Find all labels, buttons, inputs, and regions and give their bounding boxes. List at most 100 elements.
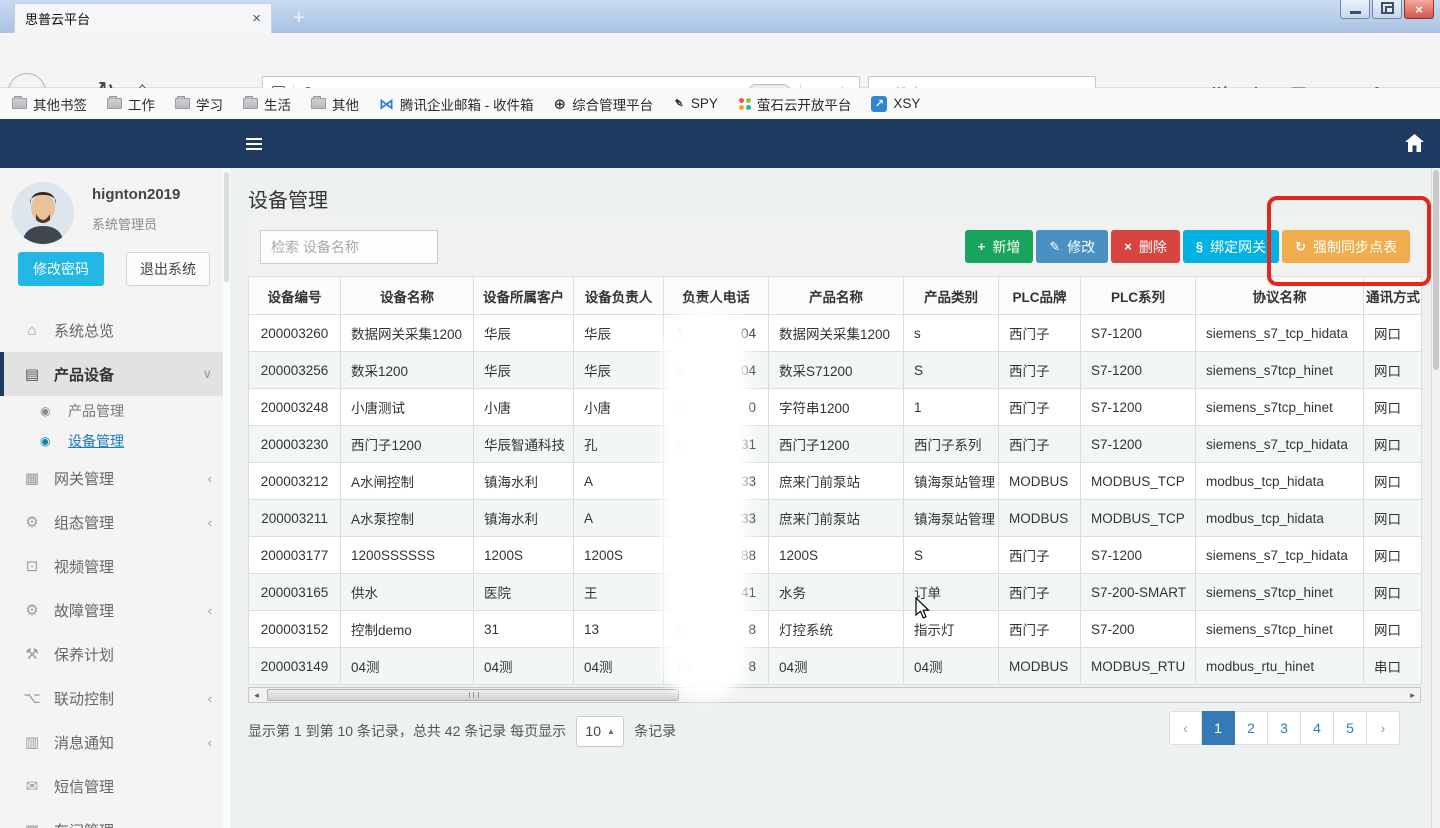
table-cell: 镇海泵站管理 (904, 500, 999, 537)
sidebar-subitem[interactable]: ◉设备管理 (0, 426, 230, 456)
sidebar-item-label: 系统总览 (54, 320, 114, 341)
toolbar-button-绑定网关[interactable]: §绑定网关 (1183, 230, 1279, 263)
toolbar-button-修改[interactable]: ✎修改 (1036, 230, 1108, 263)
table-cell: MODBUS_TCP (1081, 500, 1196, 537)
change-password-button[interactable]: 修改密码 (18, 252, 104, 286)
page-3[interactable]: 3 (1268, 711, 1301, 745)
horizontal-scrollbar[interactable]: ◂ ▸ (248, 687, 1421, 703)
minimize-button[interactable] (1340, 0, 1370, 19)
button-label: 修改 (1067, 237, 1095, 257)
table-row[interactable]: 200003212A水闸控制镇海水利A33庶来门前泵站镇海泵站管理MODBUSM… (249, 463, 1422, 500)
bookmark-item[interactable]: 萤石云开放平台 (738, 94, 852, 114)
table-cell: S7-200 (1081, 611, 1196, 648)
sidebar-item-6[interactable]: ⚒保养计划 (0, 632, 230, 676)
table-cell: 网口 (1364, 426, 1422, 463)
table-row[interactable]: 200003260数据网关采集1200华辰华辰104数据网关采集1200s西门子… (249, 315, 1422, 352)
table-cell: siemens_s7tcp_hinet (1196, 389, 1364, 426)
table-cell: 西门子 (999, 352, 1081, 389)
table-cell: 200003165 (249, 574, 341, 611)
table-cell: 串口 (1364, 648, 1422, 685)
table-cell: 镇海水利 (474, 463, 574, 500)
tab-close-icon[interactable]: × (252, 10, 261, 27)
table-cell: 1200S (574, 537, 664, 574)
per-page-select[interactable]: 10 ▲ (576, 716, 624, 747)
table-cell: 庶来门前泵站 (769, 463, 904, 500)
app-home-icon[interactable] (1405, 134, 1424, 157)
page-next[interactable]: › (1367, 711, 1400, 745)
sidebar-item-9[interactable]: ✉短信管理 (0, 764, 230, 808)
scrollbar-thumb[interactable] (267, 689, 679, 701)
table-row[interactable]: 200003248小唐测试小唐小唐10字符串12001西门子S7-1200sie… (249, 389, 1422, 426)
table-cell: A水闸控制 (341, 463, 474, 500)
page-5[interactable]: 5 (1334, 711, 1367, 745)
sidebar-subitem[interactable]: ◉产品管理 (0, 396, 230, 426)
table-row[interactable]: 200003230西门子1200华辰智通科技孔131西门子1200西门子系列西门… (249, 426, 1422, 463)
browser-tab[interactable]: 思普云平台 × (14, 3, 272, 33)
close-button[interactable]: × (1404, 0, 1434, 19)
page-prev[interactable]: ‹ (1169, 711, 1202, 745)
sidebar-toggle-icon[interactable] (246, 138, 262, 150)
page-2[interactable]: 2 (1235, 711, 1268, 745)
table-row[interactable]: 2000031771200SSSSSS1200S1200S881200SS西门子… (249, 537, 1422, 574)
sidebar-item-5[interactable]: ⚙故障管理‹ (0, 588, 230, 632)
table-cell: S (904, 352, 999, 389)
records-summary-suffix: 条记录 (634, 721, 676, 741)
bookmark-item[interactable]: 生活 (243, 94, 291, 114)
sidebar-item-1[interactable]: ▤产品设备∨ (0, 352, 230, 396)
sidebar-item-label: 故障管理 (54, 600, 114, 621)
sidebar-item-2[interactable]: ▦网关管理‹ (0, 456, 230, 500)
table-cell: S7-1200 (1081, 389, 1196, 426)
page-1[interactable]: 1 (1202, 711, 1235, 745)
toolbar-button-强制同步点表[interactable]: ↻强制同步点表 (1282, 230, 1410, 263)
table-row[interactable]: 200003152控制demo311318灯控系统指示灯西门子S7-200sie… (249, 611, 1422, 648)
spy-icon: ✒ (669, 93, 689, 113)
dot-icon: ◉ (40, 434, 58, 448)
ys7-icon (738, 97, 751, 110)
table-cell: 200003211 (249, 500, 341, 537)
bookmark-item[interactable]: 其他书签 (12, 94, 87, 114)
column-header: 通讯方式 (1364, 277, 1422, 315)
table-cell: 1200S (474, 537, 574, 574)
table-row[interactable]: 20000314904测04测04测15804测04测MODBUSMODBUS_… (249, 648, 1422, 685)
bookmark-item[interactable]: 学习 (175, 94, 223, 114)
bookmark-label: 生活 (264, 94, 291, 114)
table-row[interactable]: 200003165供水医院王41水务订单西门子S7-200-SMARTsieme… (249, 574, 1422, 611)
sidebar-item-0[interactable]: ⌂系统总览 (0, 308, 230, 352)
scroll-left-icon[interactable]: ◂ (249, 690, 264, 701)
sidebar-item-7[interactable]: ⌥联动控制‹ (0, 676, 230, 720)
new-tab-button[interactable]: + (284, 5, 314, 31)
scroll-right-icon[interactable]: ▸ (1405, 690, 1420, 701)
restore-button[interactable] (1372, 0, 1402, 19)
page-4[interactable]: 4 (1301, 711, 1334, 745)
folder-icon (12, 98, 27, 109)
table-cell: 镇海水利 (474, 500, 574, 537)
logout-button[interactable]: 退出系统 (126, 252, 210, 286)
table-cell: 网口 (1364, 352, 1422, 389)
bookmark-item[interactable]: ⋈腾讯企业邮箱 - 收件箱 (379, 94, 534, 114)
bookmark-item[interactable]: ↗XSY (871, 96, 920, 112)
table-row[interactable]: 200003211A水泵控制镇海水利A33庶来门前泵站镇海泵站管理MODBUSM… (249, 500, 1422, 537)
phone-suffix: 8 (748, 659, 756, 674)
sidebar-scrollbar[interactable] (223, 168, 230, 828)
table-cell: 小唐测试 (341, 389, 474, 426)
table-cell: S7-1200 (1081, 315, 1196, 352)
sidebar-item-8[interactable]: ▥消息通知‹ (0, 720, 230, 764)
page-scrollbar[interactable] (1431, 168, 1440, 828)
bookmark-item[interactable]: ✒SPY (673, 95, 718, 112)
bookmark-item[interactable]: ⊕综合管理平台 (554, 94, 654, 114)
toolbar-button-删除[interactable]: ×删除 (1111, 230, 1180, 263)
sidebar-item-3[interactable]: ⚙组态管理‹ (0, 500, 230, 544)
toolbar-button-新增[interactable]: +新增 (965, 230, 1034, 263)
table-cell: 13 (574, 611, 664, 648)
table-cell: 04测 (474, 648, 574, 685)
sidebar-item-4[interactable]: ⊡视频管理 (0, 544, 230, 588)
sidebar-item-label: 消息通知 (54, 732, 114, 753)
bookmark-item[interactable]: 其他 (311, 94, 359, 114)
sidebar-item-10[interactable]: ▦车间管理 (0, 808, 230, 828)
table-cell: 04测 (769, 648, 904, 685)
table-row[interactable]: 200003256数采1200华辰华辰104数采S71200S西门子S7-120… (249, 352, 1422, 389)
bookmark-item[interactable]: 工作 (107, 94, 155, 114)
table-cell: MODBUS (999, 500, 1081, 537)
chevron-left-icon: ‹ (208, 603, 212, 618)
device-search-input[interactable] (260, 230, 438, 264)
